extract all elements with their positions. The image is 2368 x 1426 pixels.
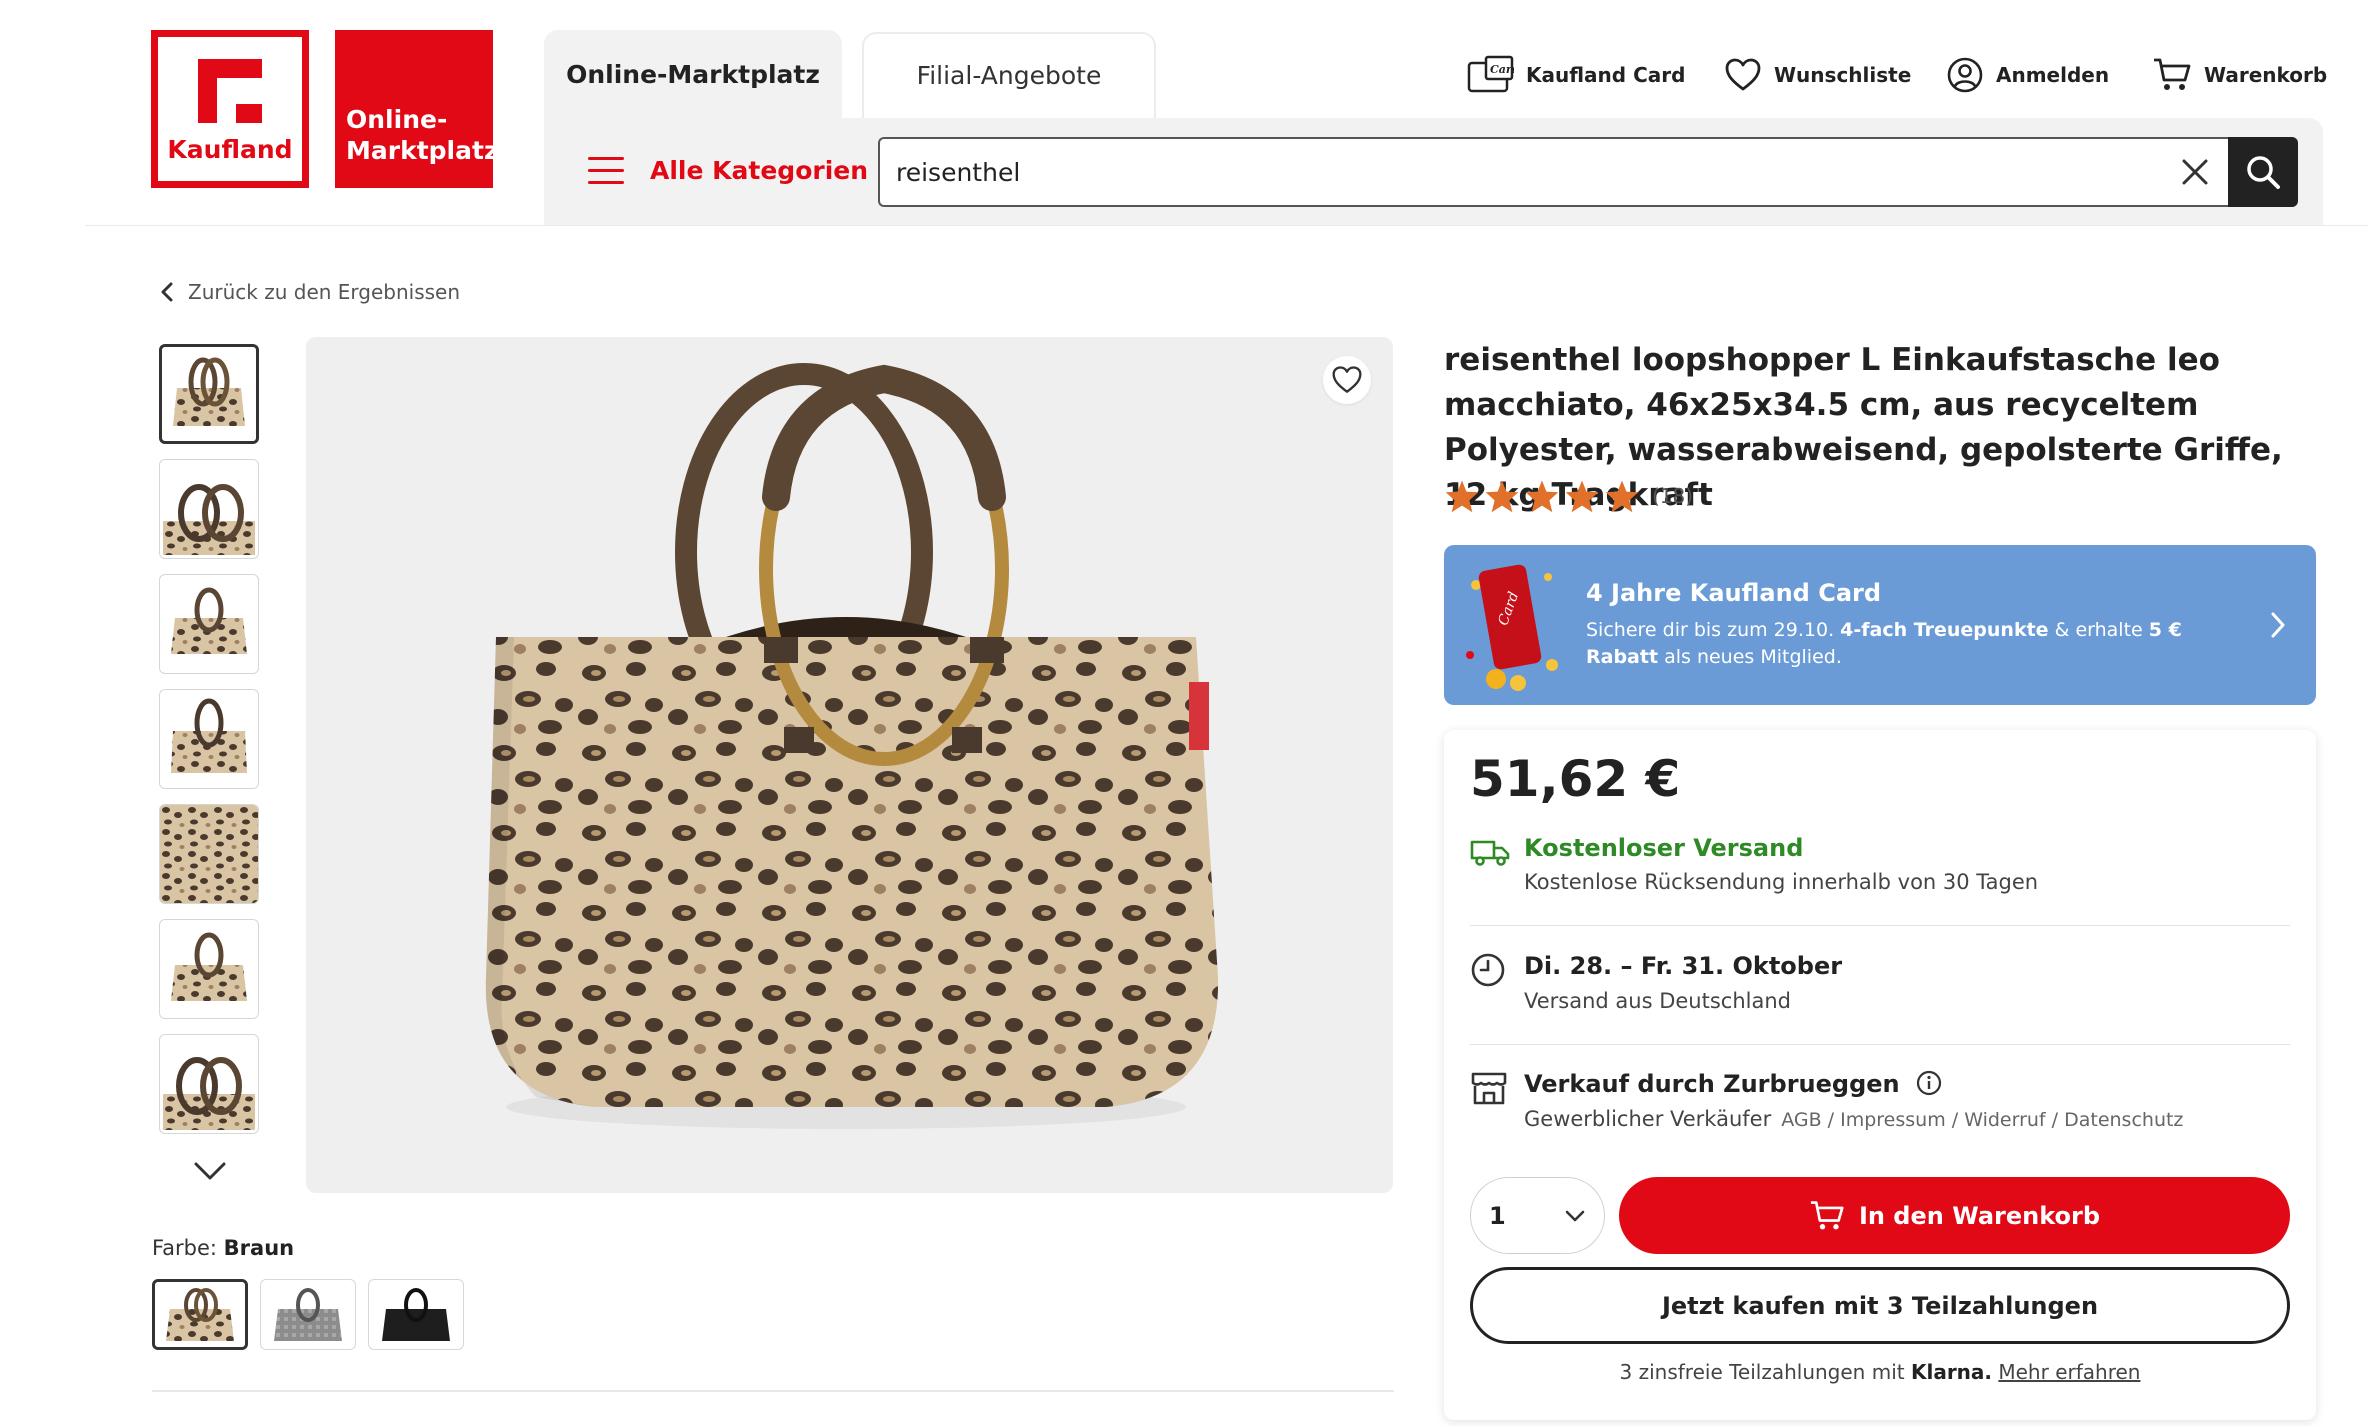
buy-with-installments-button[interactable]: Jetzt kaufen mit 3 Teilzahlungen [1470, 1267, 2290, 1344]
star-icon [1565, 480, 1599, 513]
leopard-swatch-image [166, 1287, 234, 1341]
marketplace-logo-line2: Marktplatz [346, 136, 499, 165]
kaufland-k-mark [198, 59, 262, 123]
tab-filial-angebote[interactable]: Filial-Angebote [862, 32, 1156, 120]
search-input[interactable] [878, 137, 2228, 207]
klarna-logo: Klarna. [1910, 1360, 1993, 1384]
bag-thumbnail-image [163, 1057, 255, 1130]
seller-legal-links[interactable]: AGB / Impressum / Widerruf / Datenschutz [1781, 1109, 2183, 1131]
star-icon [1525, 480, 1559, 513]
selected-color: Braun [223, 1236, 295, 1260]
promo-text: Sichere dir bis zum 29.10. 4-fach Treuep… [1586, 619, 2182, 668]
chevron-down-icon [1565, 1210, 1585, 1221]
kaufland-card-promo-banner[interactable]: Card 4 Jahre Kaufland Card Sichere dir b… [1444, 545, 2316, 705]
free-returns-label: Kostenlose Rücksendung innerhalb von 30 … [1524, 870, 2039, 894]
bag-thumbnail-image [171, 587, 247, 654]
wishlist-link[interactable]: Wunschliste [1724, 55, 1911, 95]
info-icon[interactable] [1916, 1070, 1942, 1096]
thumbnail-1[interactable] [159, 344, 259, 444]
header-divider [85, 225, 2368, 226]
cart-icon [2154, 58, 2191, 90]
color-label-prefix: Farbe: [152, 1236, 217, 1260]
promo-title: 4 Jahre Kaufland Card [1586, 579, 1882, 607]
cart-label: Warenkorb [2204, 63, 2328, 87]
bag-thumbnail-image [171, 698, 247, 773]
swatch-braun[interactable] [152, 1279, 248, 1350]
back-to-results-link[interactable]: Zurück zu den Ergebnissen [160, 280, 460, 304]
thumbnail-list [159, 344, 261, 1149]
svg-text:Card: Card [1490, 63, 1514, 76]
delivery-date: Di. 28. – Fr. 31. Oktober [1524, 952, 1843, 980]
login-link[interactable]: Anmelden [1946, 55, 2109, 95]
product-price: 51,62 € [1470, 750, 1681, 808]
star-icon [1605, 480, 1639, 513]
thumbnail-4[interactable] [159, 689, 259, 789]
add-to-wishlist-button[interactable] [1323, 356, 1371, 404]
buy-box: 51,62 € Kostenloser Versand Kostenlose R… [1444, 730, 2316, 1420]
menu-icon[interactable] [588, 157, 624, 185]
wishlist-label: Wunschliste [1774, 63, 1912, 87]
grey-bag-swatch-image [274, 1287, 342, 1341]
swatch-black[interactable] [368, 1279, 464, 1350]
quantity-value: 1 [1489, 1201, 1506, 1230]
back-to-results-label: Zurück zu den Ergebnissen [188, 280, 461, 304]
heart-icon [1332, 366, 1362, 393]
thumbnail-3[interactable] [159, 574, 259, 674]
marketplace-logo[interactable]: Online- Marktplatz [335, 30, 499, 188]
cart-link[interactable]: Warenkorb [2152, 55, 2327, 95]
leopard-bag-image [485, 363, 1219, 1129]
truck-icon [1470, 840, 1510, 866]
search-button[interactable] [2228, 137, 2298, 207]
kaufland-logo[interactable]: Kaufland [151, 30, 309, 188]
section-divider [152, 1390, 1394, 1392]
seller-type: Gewerblicher Verkäufer AGB / Impressum / … [1524, 1107, 2184, 1131]
kaufland-card-phone-icon: Card [1466, 564, 1558, 691]
add-to-cart-button[interactable]: In den Warenkorb [1619, 1177, 2290, 1254]
clock-icon [1471, 953, 1505, 987]
tab-online-marktplatz[interactable]: Online-Marktplatz [544, 30, 842, 120]
login-label: Anmelden [1996, 63, 2110, 87]
fabric-thumbnail-image [160, 805, 258, 903]
free-shipping-label: Kostenloser Versand [1524, 834, 1804, 862]
bag-thumbnail-image [163, 484, 255, 555]
kaufland-card-icon: Card [1467, 55, 1514, 93]
add-to-cart-label: In den Warenkorb [1858, 1201, 2101, 1230]
product-rating[interactable]: (18) [1444, 479, 1693, 513]
quantity-select[interactable]: 1 [1470, 1177, 1605, 1254]
kaufland-card-label: Kaufland Card [1526, 63, 1686, 87]
thumbnail-5[interactable] [159, 804, 259, 904]
seller-name[interactable]: Verkauf durch Zurbrueggen [1524, 1070, 1942, 1098]
heart-icon [1725, 58, 1761, 91]
thumbnail-7[interactable] [159, 1034, 259, 1134]
color-swatches [152, 1279, 464, 1350]
delivery-origin: Versand aus Deutschland [1524, 989, 1791, 1013]
user-icon [1947, 57, 1983, 93]
all-categories-link[interactable]: Alle Kategorien [650, 156, 868, 185]
chevron-right-icon [2271, 612, 2285, 638]
buybox-divider [1470, 925, 2290, 926]
main-product-image[interactable] [306, 337, 1393, 1193]
search-icon [2247, 156, 2280, 189]
installments-note: 3 zinsfreie Teilzahlungen mit Klarna. Me… [1619, 1360, 2141, 1384]
learn-more-link[interactable]: Mehr erfahren [1998, 1360, 2140, 1384]
kaufland-card-link[interactable]: Card Kaufland Card [1466, 55, 1685, 95]
star-icon [1445, 480, 1479, 513]
rating-count: (18) [1652, 484, 1694, 508]
thumbnail-2[interactable] [159, 459, 259, 559]
bag-thumbnail-image [171, 932, 247, 1001]
color-label: Farbe: Braun [152, 1236, 294, 1260]
star-icon [1485, 480, 1519, 513]
store-icon [1471, 1072, 1507, 1105]
kaufland-logo-text: Kaufland [167, 135, 293, 164]
black-bag-swatch-image [382, 1287, 450, 1341]
buybox-divider [1470, 1044, 2290, 1045]
thumbnail-6[interactable] [159, 919, 259, 1019]
swatch-grey[interactable] [260, 1279, 356, 1350]
chevron-down-icon[interactable] [192, 1160, 228, 1186]
cart-icon [1810, 1200, 1844, 1229]
chevron-left-icon [161, 282, 173, 302]
bag-thumbnail-image [173, 357, 245, 426]
marketplace-logo-line1: Online- [346, 105, 448, 134]
clear-search-icon[interactable] [2178, 155, 2212, 189]
